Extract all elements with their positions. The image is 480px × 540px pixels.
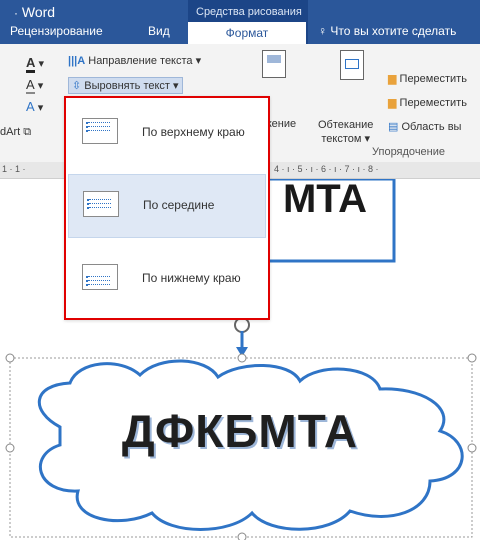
align-text-icon: ⇳ (72, 80, 82, 92)
align-middle-label: По середине (143, 198, 215, 212)
text-fill-button[interactable]: A ▾ (26, 54, 44, 73)
send-backward-icon: ▆ (388, 97, 397, 109)
chevron-down-icon: ▾ (34, 80, 44, 92)
ruler-left-marks: 1 · 1 · (2, 164, 26, 174)
ruler-right-marks: 4 · ı · 5 · ı · 6 · ı · 7 · ı · 8 · (274, 164, 379, 174)
resize-handle (237, 353, 247, 363)
text-direction-icon: |||A (68, 55, 86, 67)
bring-forward-icon: ▆ (388, 73, 397, 85)
text-outline-button[interactable]: A ▾ (26, 76, 43, 94)
wrap-text-icon[interactable] (340, 50, 364, 80)
rotate-handle-icon (234, 317, 250, 357)
wrap-text-label-1: Обтекание (318, 119, 374, 131)
tab-review[interactable]: Рецензирование (10, 24, 103, 38)
context-tab-group-label: Средства рисования (196, 6, 302, 18)
align-bottom-label: По нижнему краю (142, 271, 241, 285)
chevron-down-icon: ▾ (35, 58, 44, 70)
align-text-button[interactable]: ⇳ Выровнять текст ▾ (68, 77, 183, 94)
resize-handle (467, 353, 477, 363)
align-middle-icon (83, 191, 119, 217)
dialog-launcher-icon[interactable]: ⧉ (23, 126, 31, 138)
text-outline-icon: A (26, 77, 35, 94)
resize-handle (237, 532, 247, 540)
chevron-down-icon: ▾ (195, 55, 202, 67)
align-top-label: По верхнему краю (142, 125, 245, 139)
lightbulb-icon: ♀ (318, 24, 327, 38)
wrap-text-button[interactable]: Обтекание текстом ▾ (318, 118, 373, 146)
align-top-icon (82, 118, 118, 144)
resize-handle (5, 353, 15, 363)
tell-me-label: Что вы хотите сделать (330, 24, 457, 38)
bring-forward-button[interactable]: ▆ Переместить (388, 72, 467, 85)
align-middle-option[interactable]: По середине (68, 174, 266, 238)
align-bottom-icon (82, 264, 118, 290)
tab-format[interactable]: Формат (188, 22, 306, 44)
wordart-group-label: dArt ⧉ (0, 126, 32, 138)
cloud-text[interactable]: ДФКБМТА (0, 404, 480, 458)
chevron-down-icon: ▾ (173, 80, 179, 92)
text-box-text[interactable]: МТА (258, 179, 392, 219)
tab-view[interactable]: Вид (148, 24, 170, 38)
text-direction-button[interactable]: |||A Направление текста ▾ (68, 54, 201, 67)
align-top-option[interactable]: По верхнему краю (68, 102, 264, 164)
text-direction-label: Направление текста (88, 55, 193, 67)
app-title: · Word (14, 4, 56, 20)
bring-forward-label: Переместить (399, 73, 467, 85)
arrange-group-label: Упорядочение (372, 146, 445, 158)
text-effects-icon: A (26, 99, 35, 114)
text-effects-button[interactable]: A ▾ (26, 98, 43, 116)
text-fill-icon: A (26, 55, 36, 73)
selection-pane-icon: ▤ (388, 121, 399, 133)
position-icon[interactable] (262, 50, 286, 78)
tell-me-box[interactable]: ♀ Что вы хотите сделать (318, 24, 456, 38)
align-text-dropdown: По верхнему краю По середине По нижнему … (64, 96, 270, 320)
send-backward-label: Переместить (399, 97, 467, 109)
align-bottom-option[interactable]: По нижнему краю (68, 248, 264, 310)
align-text-label: Выровнять текст (84, 80, 170, 92)
wrap-text-label-2: текстом (321, 133, 362, 145)
chevron-down-icon: ▾ (34, 102, 44, 114)
selection-pane-button[interactable]: ▤ Область вы (388, 120, 461, 133)
selection-pane-label: Область вы (401, 121, 462, 133)
send-backward-button[interactable]: ▆ Переместить (388, 96, 467, 109)
